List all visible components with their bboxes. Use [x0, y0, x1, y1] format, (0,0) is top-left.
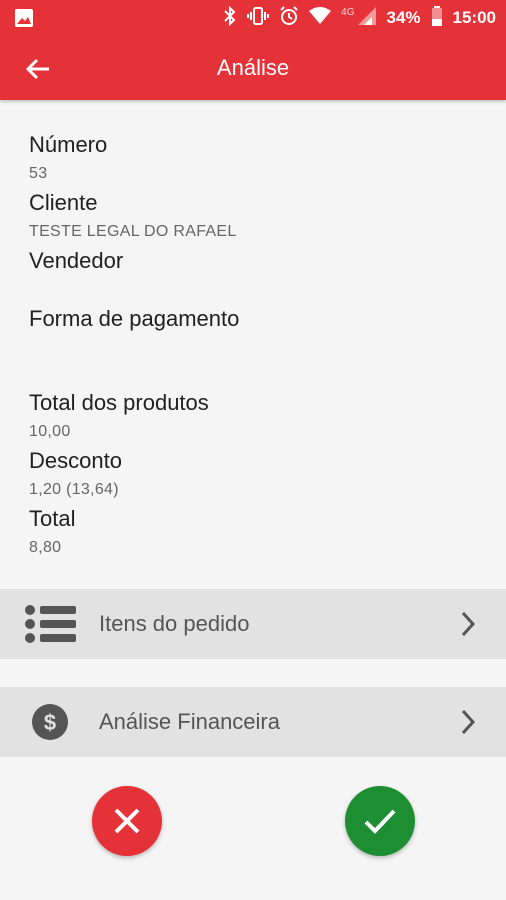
bluetooth-icon: [223, 5, 237, 31]
cliente-label: Cliente: [29, 190, 98, 215]
battery-percent: 34%: [386, 8, 421, 27]
status-bar: 4G 34% 15:00: [0, 0, 506, 36]
desconto-label: Desconto: [29, 448, 122, 473]
signal-icon: [358, 6, 377, 30]
forma-pagamento-label: Forma de pagamento: [29, 306, 240, 331]
total-produtos-label: Total dos produtos: [29, 390, 209, 415]
total-produtos-value: 10,00: [29, 423, 71, 440]
approve-button[interactable]: [345, 786, 415, 856]
svg-text:$: $: [44, 710, 56, 735]
alarm-icon: [279, 5, 299, 31]
total-label: Total: [29, 506, 76, 531]
analise-financeira-label: Análise Financeira: [99, 709, 280, 734]
vendedor-value: [29, 276, 479, 304]
vibrate-icon: [247, 6, 270, 31]
itens-do-pedido-label: Itens do pedido: [99, 611, 250, 636]
status-icons: 4G 34% 15:00: [223, 0, 496, 36]
numero-label: Número: [29, 132, 108, 157]
numero-value: 53: [29, 165, 48, 182]
close-icon: [114, 808, 140, 834]
page-title: Análise: [216, 55, 290, 80]
analise-financeira-row[interactable]: $ Análise Financeira: [0, 687, 506, 757]
network-type: 4G: [341, 6, 355, 18]
order-details: Número 53 Cliente TESTE LEGAL DO RAFAEL …: [29, 130, 479, 562]
reject-button[interactable]: [92, 786, 162, 856]
cliente-value: TESTE LEGAL DO RAFAEL: [29, 223, 237, 240]
list-icon: [22, 604, 78, 644]
clock: 15:00: [452, 8, 496, 27]
battery-icon: [431, 5, 443, 31]
image-notification-icon: [14, 8, 34, 33]
dollar-icon: $: [22, 702, 78, 742]
total-value: 8,80: [29, 539, 62, 556]
chevron-right-icon: [460, 611, 476, 642]
desconto-value: 1,20 (13,64): [29, 481, 119, 498]
vendedor-label: Vendedor: [29, 248, 124, 273]
forma-pagamento-value: [29, 334, 479, 388]
check-icon: [364, 809, 396, 834]
chevron-right-icon: [460, 709, 476, 740]
app-bar: Análise: [0, 36, 506, 100]
wifi-icon: [309, 6, 332, 30]
itens-do-pedido-row[interactable]: Itens do pedido: [0, 589, 506, 659]
